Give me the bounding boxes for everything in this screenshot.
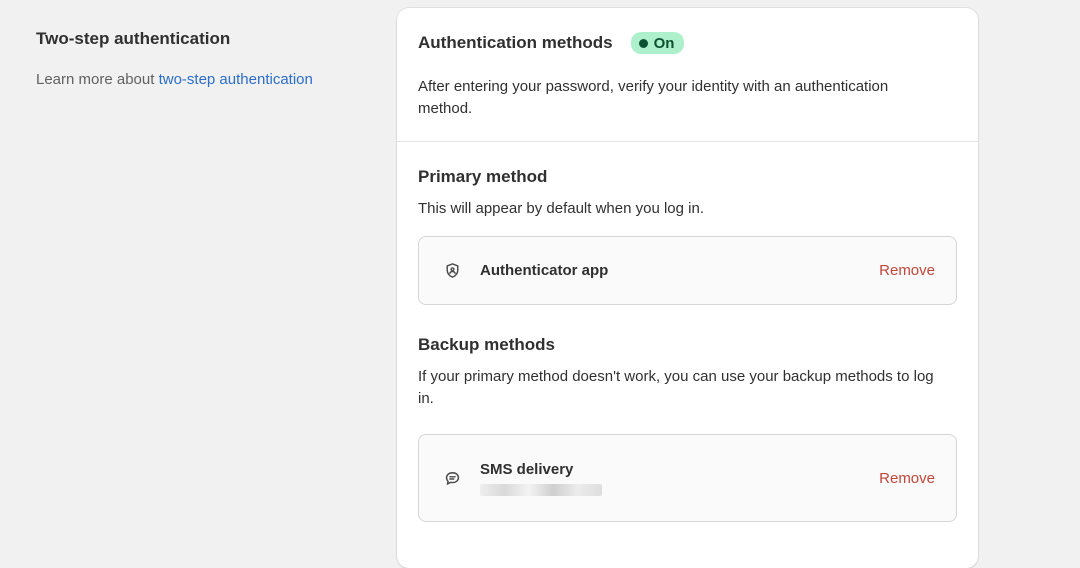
backup-methods-section: Backup methods If your primary method do… (418, 334, 957, 522)
authentication-card-header: Authentication methods On After entering… (397, 8, 978, 142)
backup-method-name: SMS delivery (480, 461, 574, 478)
status-badge-label: On (653, 34, 675, 52)
status-badge: On (630, 32, 685, 54)
authentication-card: Authentication methods On After entering… (397, 8, 978, 568)
remove-primary-method-button[interactable]: Remove (879, 262, 935, 279)
backup-methods-title: Backup methods (418, 335, 555, 354)
primary-method-description: This will appear by default when you log… (418, 200, 704, 217)
primary-method-section: Primary method This will appear by defau… (418, 166, 957, 305)
remove-backup-method-button[interactable]: Remove (879, 470, 935, 487)
primary-method-name: Authenticator app (480, 261, 609, 279)
learn-more-prefix: Learn more about (36, 71, 159, 88)
primary-method-item: Authenticator app Remove (418, 236, 957, 305)
section-title: Two-step authentication (36, 29, 231, 48)
learn-more-link[interactable]: two-step authentication (159, 71, 313, 88)
status-dot-icon (638, 38, 648, 48)
card-description: After entering your password, verify you… (418, 78, 889, 117)
backup-method-phone-redacted (480, 484, 602, 496)
settings-sidebar-description: Two-step authentication Learn more about… (36, 28, 366, 90)
chat-bubble-icon (443, 469, 461, 487)
card-title: Authentication methods (418, 33, 613, 52)
backup-methods-description: If your primary method doesn't work, you… (418, 368, 934, 407)
shield-icon (443, 262, 461, 280)
learn-more-text: Learn more about two-step authentication (36, 70, 366, 90)
primary-method-title: Primary method (418, 167, 548, 186)
backup-method-item: SMS delivery Remove (418, 434, 957, 522)
